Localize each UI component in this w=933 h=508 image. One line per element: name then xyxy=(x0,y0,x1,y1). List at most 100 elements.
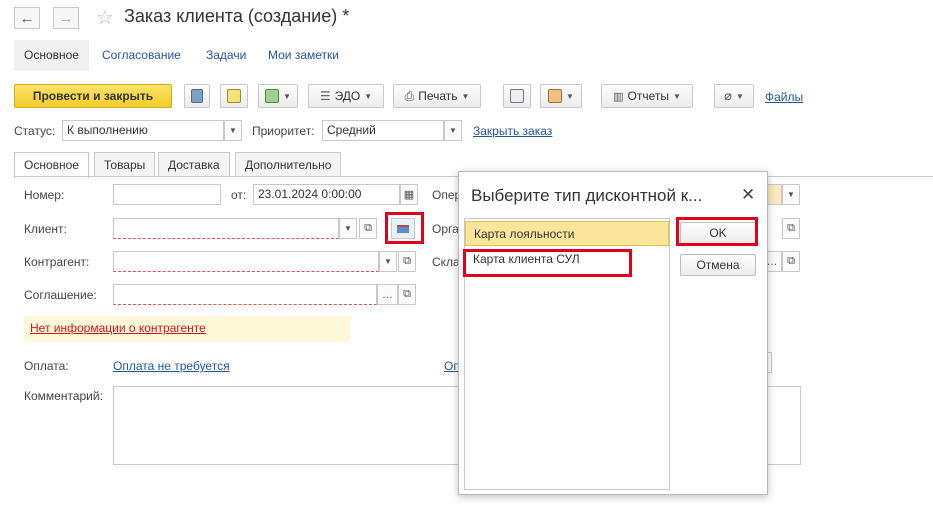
caret-down-icon: ▼ xyxy=(229,126,237,135)
open-icon: ⧉ xyxy=(403,255,411,267)
tab-main[interactable]: Основное xyxy=(14,40,89,71)
caret-down-icon: ▼ xyxy=(566,91,574,101)
post-document-icon xyxy=(227,89,241,103)
print-label: Печать xyxy=(418,89,458,103)
priority-label: Приоритет: xyxy=(252,124,315,138)
document-list-button[interactable] xyxy=(503,84,531,108)
contractor-warning: Нет информации о контрагенте xyxy=(24,316,350,342)
attachments-menu-button[interactable]: ▼ xyxy=(540,84,582,108)
highlight-ok-button xyxy=(676,217,758,246)
client-field[interactable] xyxy=(113,218,339,239)
ellipsis-icon: … xyxy=(382,288,393,301)
ellipsis-icon: … xyxy=(766,255,778,268)
number-field[interactable] xyxy=(113,184,221,205)
operation-label: Опер xyxy=(432,188,462,202)
list-item-loyalty-card[interactable]: Карта лояльности xyxy=(465,221,669,246)
create-based-on-button[interactable]: ▼ xyxy=(258,84,298,108)
arrow-right-icon: → xyxy=(58,9,74,27)
highlight-discount-button xyxy=(385,212,424,244)
contractor-open-button[interactable]: ⧉ xyxy=(398,251,416,272)
payment-link[interactable]: Оплата не требуется xyxy=(113,359,230,373)
contractor-field[interactable] xyxy=(113,251,379,272)
print-button[interactable]: ⎙ Печать ▼ xyxy=(393,84,481,108)
attach-button[interactable]: ⌀ ▼ xyxy=(714,84,754,108)
reports-label: Отчеты xyxy=(627,89,669,103)
paperclip-icon: ⌀ xyxy=(724,88,732,103)
comment-label: Комментарий: xyxy=(24,389,103,403)
save-icon xyxy=(191,89,203,103)
back-button[interactable]: ← xyxy=(14,7,40,29)
tab-tasks[interactable]: Задачи xyxy=(196,40,256,71)
forward-button[interactable]: → xyxy=(53,7,79,29)
caret-down-icon: ▼ xyxy=(364,91,373,101)
open-icon: ⧉ xyxy=(787,255,795,267)
edo-label: ЭДО xyxy=(334,89,361,103)
document-list-icon xyxy=(510,89,524,103)
reports-icon: ▥ xyxy=(613,90,624,103)
post-button[interactable] xyxy=(220,84,248,108)
highlight-client-card-sul xyxy=(463,249,632,277)
caret-down-icon: ▼ xyxy=(672,91,681,101)
date-field[interactable]: 23.01.2024 0:00:00 xyxy=(253,184,400,205)
caret-down-icon: ▼ xyxy=(344,224,352,233)
number-label: Номер: xyxy=(24,188,65,202)
warehouse-open-button[interactable]: ⧉ xyxy=(782,251,800,272)
tab-approval[interactable]: Согласование xyxy=(92,40,191,71)
caret-down-icon: ▼ xyxy=(787,190,795,199)
organization-open-button[interactable]: ⧉ xyxy=(782,218,800,239)
save-button[interactable] xyxy=(184,84,210,108)
client-label: Клиент: xyxy=(24,222,67,236)
open-icon: ⧉ xyxy=(403,288,411,300)
window-title: Заказ клиента (создание) * xyxy=(124,6,350,26)
post-and-close-label: Провести и закрыть xyxy=(32,89,154,103)
date-from-label: от: xyxy=(231,188,247,202)
report-doc-icon xyxy=(548,89,563,103)
caret-down-icon: ▼ xyxy=(384,257,392,266)
favorite-star-icon[interactable]: ☆ xyxy=(96,5,114,30)
create-based-icon xyxy=(265,89,280,103)
caret-down-icon: ▼ xyxy=(735,91,744,101)
organization-label: Орга xyxy=(432,222,459,236)
reports-button[interactable]: ▥ Отчеты ▼ xyxy=(601,84,693,108)
client-dropdown-button[interactable]: ▼ xyxy=(339,218,357,239)
caret-down-icon: ▼ xyxy=(461,91,470,101)
contractor-label: Контрагент: xyxy=(24,255,90,269)
edo-icon: ☰ xyxy=(319,89,331,103)
edo-button[interactable]: ☰ ЭДО ▼ xyxy=(308,84,384,108)
status-label: Статус: xyxy=(14,124,56,138)
close-order-link[interactable]: Закрыть заказ xyxy=(473,124,552,138)
operation-dropdown-button[interactable]: ▼ xyxy=(782,184,800,205)
priority-select[interactable]: Средний xyxy=(322,120,444,141)
dialog-title: Выберите тип дисконтной к... xyxy=(471,186,703,205)
inner-tab-additional[interactable]: Дополнительно xyxy=(235,152,342,177)
open-icon: ⧉ xyxy=(364,222,372,234)
tab-my-notes[interactable]: Мои заметки xyxy=(258,40,349,71)
warehouse-label: Скла xyxy=(432,255,460,269)
caret-down-icon: ▼ xyxy=(283,91,291,101)
priority-dropdown-button[interactable]: ▼ xyxy=(444,120,462,141)
agreement-open-button[interactable]: ⧉ xyxy=(398,284,416,305)
post-and-close-button[interactable]: Провести и закрыть xyxy=(14,84,172,108)
close-icon[interactable]: ✕ xyxy=(741,185,755,205)
payment-label: Оплата: xyxy=(24,359,69,373)
agreement-label: Соглашение: xyxy=(24,288,97,302)
calendar-icon: ▦ xyxy=(403,189,415,201)
caret-down-icon: ▼ xyxy=(449,126,457,135)
arrow-left-icon: ← xyxy=(19,9,35,27)
status-dropdown-button[interactable]: ▼ xyxy=(224,120,242,141)
open-icon: ⧉ xyxy=(787,222,795,234)
no-contractor-info-link[interactable]: Нет информации о контрагенте xyxy=(30,321,206,335)
inner-tab-main[interactable]: Основное xyxy=(14,152,89,178)
status-select[interactable]: К выполнению xyxy=(62,120,224,141)
app-window: ← → ☆ Заказ клиента (создание) * Основно… xyxy=(0,0,933,508)
inner-tab-goods[interactable]: Товары xyxy=(94,152,156,177)
printer-icon: ⎙ xyxy=(404,88,415,103)
agreement-field[interactable] xyxy=(113,284,377,305)
files-link[interactable]: Файлы xyxy=(765,90,803,104)
contractor-dropdown-button[interactable]: ▼ xyxy=(379,251,397,272)
cancel-button[interactable]: Отмена xyxy=(680,254,756,276)
agreement-select-button[interactable]: … xyxy=(377,284,398,305)
inner-tab-delivery[interactable]: Доставка xyxy=(158,152,230,177)
calendar-button[interactable]: ▦ xyxy=(400,184,418,205)
client-open-button[interactable]: ⧉ xyxy=(359,218,377,239)
